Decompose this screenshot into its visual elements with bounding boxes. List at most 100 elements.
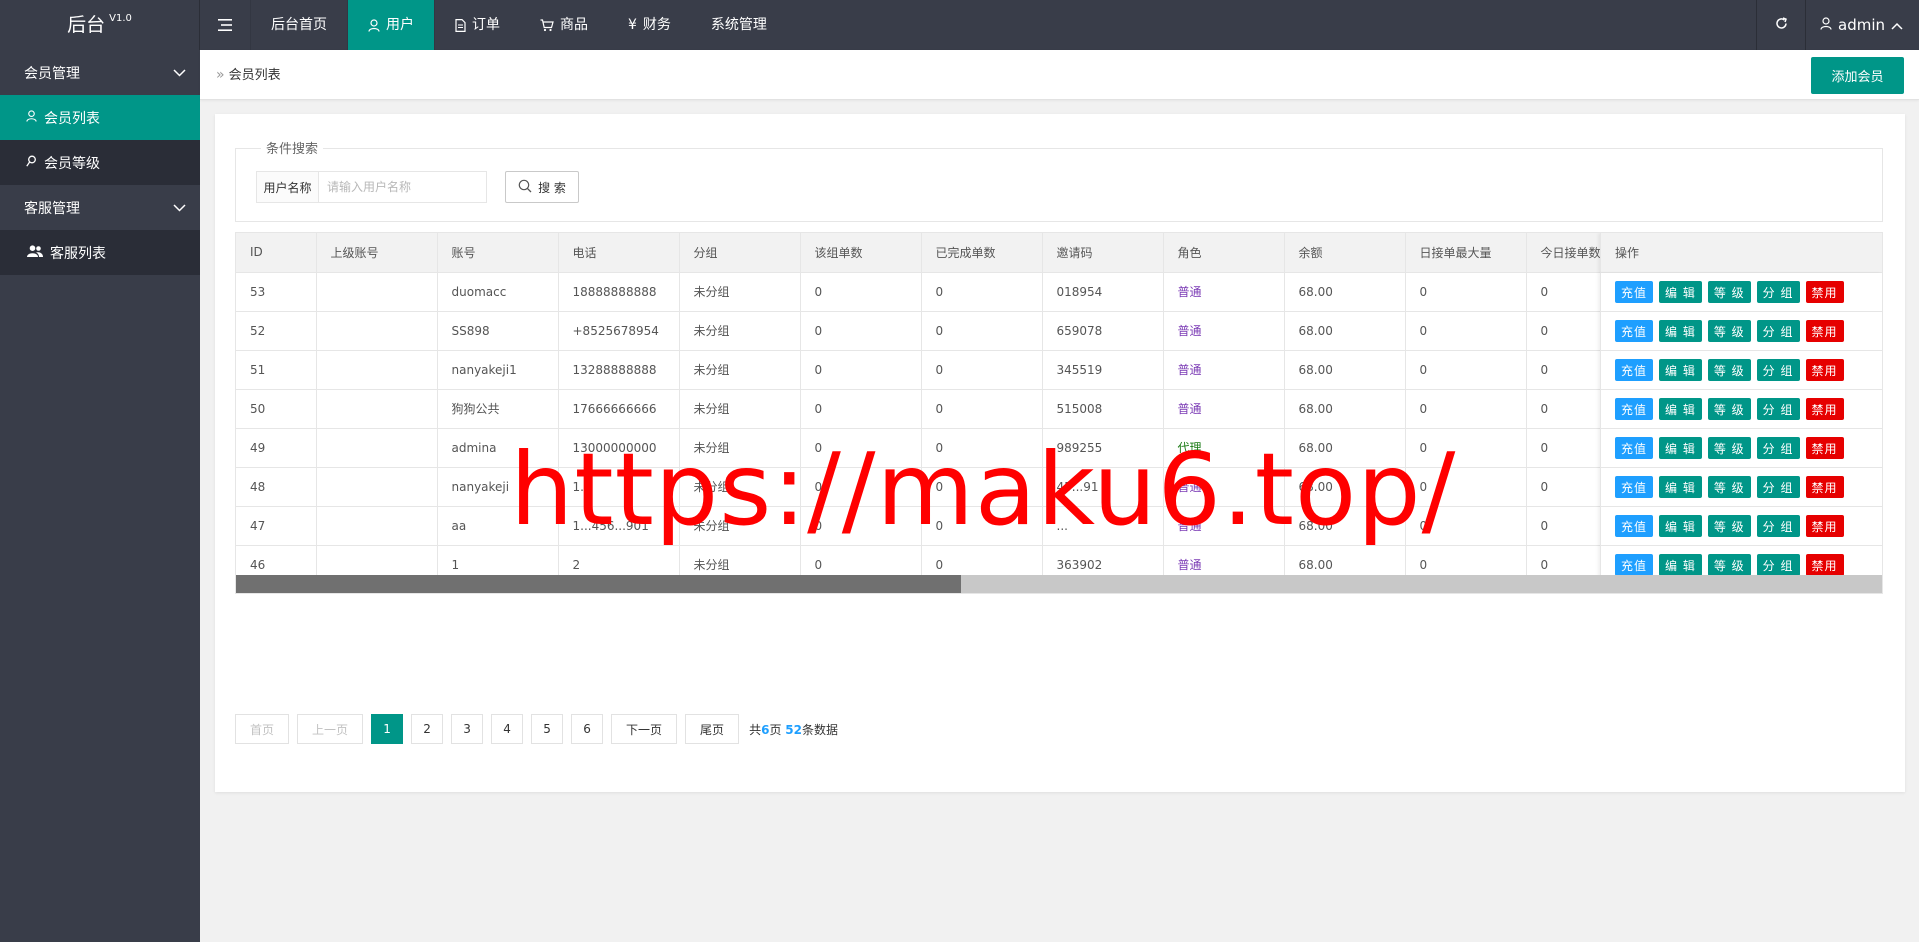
edit-button[interactable]: 编 辑 (1659, 437, 1702, 459)
level-button[interactable]: 等 级 (1707, 437, 1751, 459)
group-button[interactable]: 分 组 (1756, 359, 1800, 381)
group-button[interactable]: 分 组 (1756, 554, 1800, 576)
search-button[interactable]: 搜 索 (505, 171, 579, 203)
column-header: 账号 (437, 233, 559, 273)
edit-button[interactable]: 编 辑 (1659, 281, 1702, 303)
nav-finance[interactable]: ¥ 财务 (608, 0, 691, 50)
edit-button[interactable]: 编 辑 (1659, 515, 1702, 537)
column-header: 已完成单数 (921, 233, 1043, 273)
group-button[interactable]: 分 组 (1756, 320, 1800, 342)
level-button[interactable]: 等 级 (1707, 554, 1751, 576)
recharge-button[interactable]: 充值 (1615, 281, 1654, 303)
scrollbar-thumb[interactable] (236, 575, 962, 593)
level-button[interactable]: 等 级 (1707, 476, 1751, 498)
table-cell: 0 (800, 350, 922, 390)
menu-icon (218, 19, 232, 31)
group-button[interactable]: 分 组 (1756, 437, 1800, 459)
document-icon (455, 18, 466, 32)
pagination: 首页 上一页 1 2 3 4 5 6 下一页 尾页 共6页 52条数据 (235, 714, 838, 744)
row-actions: 充值编 辑等 级分 组禁用 (1601, 273, 1882, 312)
ban-button[interactable]: 禁用 (1805, 515, 1844, 537)
username-search-input[interactable] (318, 171, 487, 203)
user-icon (1820, 16, 1832, 34)
column-header: 分组 (679, 233, 801, 273)
page-2-button[interactable]: 2 (411, 714, 444, 744)
watermark-text: https://maku6.top/ (510, 431, 1457, 548)
page-6-button[interactable]: 6 (571, 714, 604, 744)
nav-users[interactable]: 用户 (348, 0, 435, 50)
table-cell: 狗狗公共 (437, 389, 559, 429)
user-menu[interactable]: admin (1806, 0, 1919, 50)
edit-button[interactable]: 编 辑 (1659, 320, 1702, 342)
sidebar-group-service[interactable]: 客服管理 (0, 185, 200, 230)
yen-icon: ¥ (628, 17, 637, 33)
nav-orders[interactable]: 订单 (435, 0, 520, 50)
group-button[interactable]: 分 组 (1756, 281, 1800, 303)
group-button[interactable]: 分 组 (1756, 476, 1800, 498)
sidebar-toggle-button[interactable] (200, 0, 251, 50)
ban-button[interactable]: 禁用 (1805, 437, 1844, 459)
version-label: V1.0 (109, 13, 132, 24)
table-cell: 50 (236, 389, 317, 429)
level-button[interactable]: 等 级 (1707, 515, 1751, 537)
group-button[interactable]: 分 组 (1756, 515, 1800, 537)
ban-button[interactable]: 禁用 (1805, 398, 1844, 420)
ban-button[interactable]: 禁用 (1805, 554, 1844, 576)
chevron-up-icon (1891, 16, 1903, 34)
nav-home[interactable]: 后台首页 (251, 0, 348, 50)
last-page-button[interactable]: 尾页 (685, 714, 740, 744)
table-cell: 普通 (1163, 311, 1285, 351)
recharge-button[interactable]: 充值 (1615, 398, 1654, 420)
page-3-button[interactable]: 3 (451, 714, 484, 744)
recharge-button[interactable]: 充值 (1615, 476, 1654, 498)
row-actions: 充值编 辑等 级分 组禁用 (1601, 312, 1882, 351)
sidebar-group-members[interactable]: 会员管理 (0, 50, 200, 95)
page-4-button[interactable]: 4 (491, 714, 524, 744)
level-button[interactable]: 等 级 (1707, 320, 1751, 342)
table-cell: 659078 (1042, 311, 1164, 351)
group-button[interactable]: 分 组 (1756, 398, 1800, 420)
sidebar: 会员管理 会员列表 会员等级 客服管理 客服列表 (0, 50, 200, 942)
edit-button[interactable]: 编 辑 (1659, 398, 1702, 420)
ban-button[interactable]: 禁用 (1805, 281, 1844, 303)
table-cell: 普通 (1163, 350, 1285, 390)
table-cell: 未分组 (679, 311, 801, 351)
pagination-summary: 共6页 52条数据 (749, 722, 838, 737)
app-logo[interactable]: 后台 V1.0 (0, 0, 200, 50)
user-icon (368, 18, 380, 32)
edit-button[interactable]: 编 辑 (1659, 554, 1702, 576)
table-cell: 13288888888 (558, 350, 680, 390)
level-button[interactable]: 等 级 (1707, 398, 1751, 420)
table-cell: 0 (921, 311, 1043, 351)
key-icon (26, 155, 37, 171)
first-page-button[interactable]: 首页 (235, 714, 290, 744)
top-nav: 后台首页 用户 订单 商品 ¥ 财务 系统管理 (200, 0, 787, 50)
recharge-button[interactable]: 充值 (1615, 359, 1654, 381)
prev-page-button[interactable]: 上一页 (297, 714, 364, 744)
page-5-button[interactable]: 5 (531, 714, 564, 744)
table-cell: 0 (1405, 272, 1527, 312)
sidebar-item-service-list[interactable]: 客服列表 (0, 230, 200, 275)
refresh-button[interactable] (1756, 0, 1806, 50)
horizontal-scrollbar[interactable] (236, 575, 1882, 593)
add-member-button[interactable]: 添加会员 (1811, 57, 1904, 94)
sidebar-item-member-level[interactable]: 会员等级 (0, 140, 200, 185)
ban-button[interactable]: 禁用 (1805, 476, 1844, 498)
recharge-button[interactable]: 充值 (1615, 437, 1654, 459)
edit-button[interactable]: 编 辑 (1659, 476, 1702, 498)
recharge-button[interactable]: 充值 (1615, 320, 1654, 342)
ban-button[interactable]: 禁用 (1805, 320, 1844, 342)
edit-button[interactable]: 编 辑 (1659, 359, 1702, 381)
recharge-button[interactable]: 充值 (1615, 515, 1654, 537)
recharge-button[interactable]: 充值 (1615, 554, 1654, 576)
breadcrumb-current: 会员列表 (228, 68, 281, 83)
table-cell: 47 (236, 506, 317, 546)
nav-system[interactable]: 系统管理 (691, 0, 787, 50)
level-button[interactable]: 等 级 (1707, 281, 1751, 303)
ban-button[interactable]: 禁用 (1805, 359, 1844, 381)
page-1-button[interactable]: 1 (371, 714, 404, 744)
sidebar-item-member-list[interactable]: 会员列表 (0, 95, 200, 140)
next-page-button[interactable]: 下一页 (611, 714, 678, 744)
nav-products[interactable]: 商品 (520, 0, 608, 50)
level-button[interactable]: 等 级 (1707, 359, 1751, 381)
